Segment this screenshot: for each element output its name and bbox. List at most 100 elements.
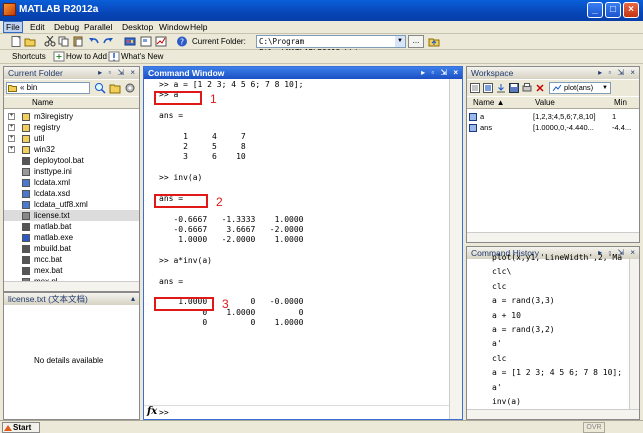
history-item[interactable]: a + 10	[492, 311, 521, 320]
menu-desktop[interactable]: Desktop	[122, 22, 153, 32]
variable-name: ans	[480, 123, 493, 132]
history-item[interactable]: clc	[492, 354, 506, 363]
copy-icon[interactable]	[58, 36, 70, 47]
history-item[interactable]: clc	[492, 282, 506, 291]
menu-file[interactable]: File	[3, 21, 23, 33]
file-icon	[22, 168, 30, 176]
file-row[interactable]: + m3iregistry	[4, 111, 139, 122]
file-icon	[22, 234, 30, 242]
horizontal-scrollbar[interactable]	[4, 281, 139, 291]
expand-icon[interactable]: +	[8, 135, 15, 142]
open-folder-icon[interactable]	[24, 36, 36, 47]
column-name[interactable]: Name ▲	[473, 98, 504, 107]
command-prompt[interactable]: fx >>	[144, 405, 449, 419]
command-line: 2 5 8	[159, 142, 246, 152]
file-row[interactable]: license.txt	[4, 210, 139, 221]
file-name: lcdata.xml	[34, 178, 71, 187]
file-row[interactable]: deploytool.bat	[4, 155, 139, 166]
command-line: >> a*inv(a)	[159, 255, 212, 265]
file-row[interactable]: mbuild.bat	[4, 243, 139, 254]
redo-icon[interactable]	[102, 36, 114, 47]
profiler-icon[interactable]	[155, 36, 167, 47]
command-window-panel: Command Window ▸ ▫ ⇲ × >> a = [1 2 3; 4 …	[143, 66, 463, 420]
history-item[interactable]: a = rand(3,2)	[492, 325, 555, 334]
folder-icon	[22, 113, 30, 121]
new-variable-icon[interactable]	[470, 83, 480, 93]
history-item[interactable]: a'	[492, 383, 502, 392]
fx-icon[interactable]: fx	[147, 406, 157, 417]
history-item[interactable]: a'	[492, 339, 502, 348]
column-value[interactable]: Value	[535, 98, 555, 107]
menu-help[interactable]: Help	[190, 22, 207, 32]
help-icon[interactable]: ?	[176, 36, 188, 47]
up-folder-icon[interactable]	[109, 82, 121, 94]
chevron-down-icon[interactable]: ▼	[395, 36, 405, 47]
parent-folder-icon[interactable]	[428, 36, 440, 47]
save-workspace-icon[interactable]	[509, 83, 519, 93]
start-button[interactable]: Start	[2, 422, 40, 433]
current-folder-input[interactable]: C:\Program Files\MATLAB\R2012a\bin	[256, 35, 406, 57]
close-button[interactable]: ×	[623, 2, 639, 18]
expand-icon[interactable]: +	[8, 146, 15, 153]
prompt-symbol[interactable]: >>	[159, 408, 169, 417]
file-name: mex.bat	[34, 266, 63, 275]
panel-controls[interactable]: ▸ ▫ ⇲ ×	[98, 67, 137, 79]
history-item[interactable]: plot(x,y1,'LineWidth',2,'Ma	[492, 253, 622, 262]
vertical-scrollbar[interactable]	[629, 259, 639, 409]
folder-path-field[interactable]: « bin	[6, 82, 90, 94]
paste-icon[interactable]	[72, 36, 84, 47]
minimize-button[interactable]: _	[587, 2, 603, 18]
variable-row[interactable]: ans [1.0000,0,-4.440... -4.4...	[467, 122, 639, 133]
gear-icon[interactable]	[124, 82, 136, 94]
history-item[interactable]: a = [1 2 3; 4 5 6; 7 8 10];	[492, 368, 622, 377]
file-row[interactable]: lcdata_utf8.xml	[4, 199, 139, 210]
cut-icon[interactable]	[44, 36, 56, 47]
file-row[interactable]: matlab.bat	[4, 221, 139, 232]
file-row[interactable]: + win32	[4, 144, 139, 155]
menu-edit[interactable]: Edit	[30, 22, 45, 32]
chevron-down-icon[interactable]: ▼	[602, 83, 608, 93]
file-row[interactable]: + registry	[4, 122, 139, 133]
column-name[interactable]: Name	[32, 98, 53, 107]
file-row[interactable]: matlab.exe	[4, 232, 139, 243]
how-to-add-link[interactable]: How to Add	[66, 52, 107, 61]
expand-icon[interactable]: +	[8, 113, 15, 120]
open-variable-icon[interactable]	[483, 83, 493, 93]
annotation-label-2: 2	[216, 195, 223, 209]
column-min[interactable]: Min	[614, 98, 627, 107]
guide-icon[interactable]	[140, 36, 152, 47]
horizontal-scrollbar[interactable]	[467, 232, 639, 242]
import-data-icon[interactable]	[496, 83, 506, 93]
print-icon[interactable]	[522, 83, 532, 93]
plot-select[interactable]: plot(ans) ▼	[549, 82, 611, 94]
delete-icon[interactable]	[535, 83, 545, 93]
file-row[interactable]: mex.bat	[4, 265, 139, 276]
menu-parallel[interactable]: Parallel	[84, 22, 112, 32]
annotation-label-3: 3	[222, 297, 229, 311]
file-name: mcc.bat	[34, 255, 63, 264]
panel-controls[interactable]: ▴	[131, 293, 137, 305]
panel-controls[interactable]: ▸ ▫ ⇲ ×	[421, 67, 460, 79]
menu-window[interactable]: Window	[159, 22, 189, 32]
menu-debug[interactable]: Debug	[54, 22, 79, 32]
file-row[interactable]: lcdata.xsd	[4, 188, 139, 199]
vertical-scrollbar[interactable]	[449, 79, 462, 419]
horizontal-scrollbar[interactable]	[467, 409, 639, 419]
variable-row[interactable]: a [1,2,3;4,5,6;7,8,10] 1	[467, 111, 639, 122]
whats-new-link[interactable]: What's New	[121, 52, 163, 61]
file-row[interactable]: + util	[4, 133, 139, 144]
history-item[interactable]: a = rand(3,3)	[492, 296, 555, 305]
maximize-button[interactable]: □	[605, 2, 621, 18]
file-row[interactable]: insttype.ini	[4, 166, 139, 177]
file-row[interactable]: mcc.bat	[4, 254, 139, 265]
browse-folder-button[interactable]: ...	[408, 35, 424, 48]
expand-icon[interactable]: +	[8, 124, 15, 131]
simulink-icon[interactable]	[124, 36, 136, 47]
new-file-icon[interactable]	[10, 36, 22, 47]
undo-icon[interactable]	[88, 36, 100, 47]
history-item[interactable]: clc\	[492, 267, 511, 276]
history-item[interactable]: inv(a)	[492, 397, 521, 406]
panel-controls[interactable]: ▸ ▫ ⇲ ×	[598, 67, 637, 79]
file-row[interactable]: lcdata.xml	[4, 177, 139, 188]
search-icon[interactable]	[94, 82, 106, 94]
